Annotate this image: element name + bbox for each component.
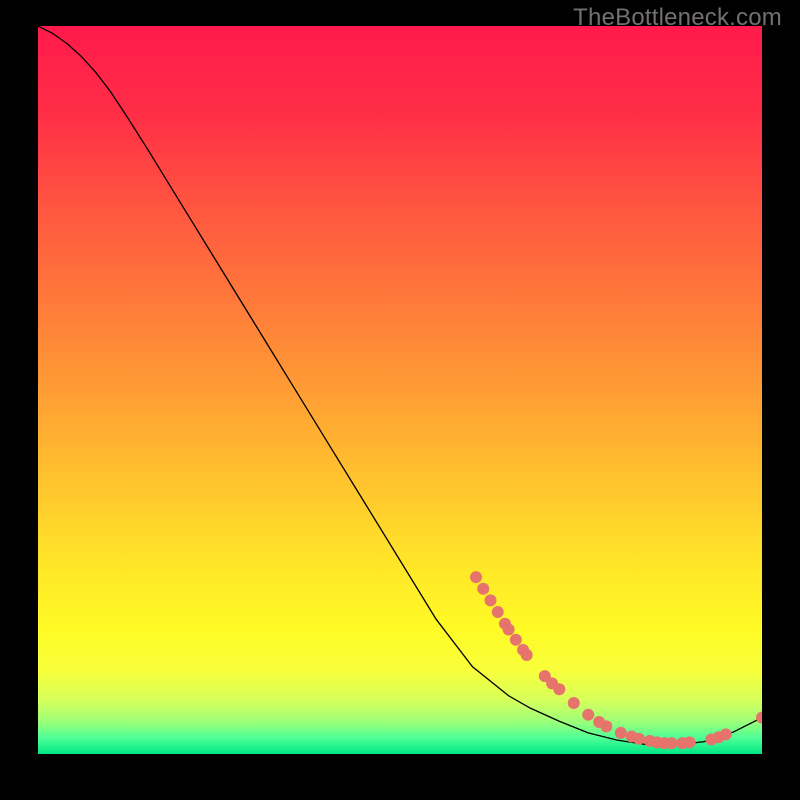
- datapoint-marker: [521, 649, 533, 661]
- datapoint-marker: [633, 733, 645, 745]
- datapoint-marker: [477, 583, 489, 595]
- datapoint-marker: [615, 727, 627, 739]
- datapoint-marker: [684, 736, 696, 748]
- datapoint-marker: [470, 571, 482, 583]
- bottleneck-chart: [38, 26, 762, 754]
- gradient-background: [38, 26, 762, 754]
- datapoint-marker: [600, 720, 612, 732]
- datapoint-marker: [492, 606, 504, 618]
- datapoint-marker: [582, 709, 594, 721]
- chart-frame: TheBottleneck.com: [0, 0, 800, 800]
- datapoint-marker: [720, 728, 732, 740]
- datapoint-marker: [666, 737, 678, 749]
- datapoint-marker: [553, 683, 565, 695]
- datapoint-marker: [568, 697, 580, 709]
- datapoint-marker: [485, 594, 497, 606]
- datapoint-marker: [503, 624, 515, 636]
- datapoint-marker: [510, 634, 522, 646]
